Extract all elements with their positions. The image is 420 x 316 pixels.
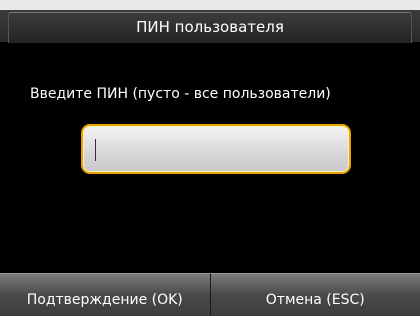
cancel-button[interactable]: Отмена (ESC) (209, 273, 420, 316)
confirm-button[interactable]: Подтверждение (OK) (0, 273, 210, 316)
pin-dialog-screen: ПИН пользователя Введите ПИН (пусто - вс… (0, 0, 420, 316)
text-caret (95, 139, 96, 161)
softkey-bar: Подтверждение (OK) Отмена (ESC) (0, 273, 420, 316)
title-bar: ПИН пользователя (0, 0, 420, 43)
title-bar-panel: ПИН пользователя (8, 12, 412, 43)
page-title: ПИН пользователя (136, 18, 284, 36)
pin-prompt-label: Введите ПИН (пусто - все пользователи) (30, 86, 331, 102)
pin-input[interactable] (81, 124, 351, 174)
